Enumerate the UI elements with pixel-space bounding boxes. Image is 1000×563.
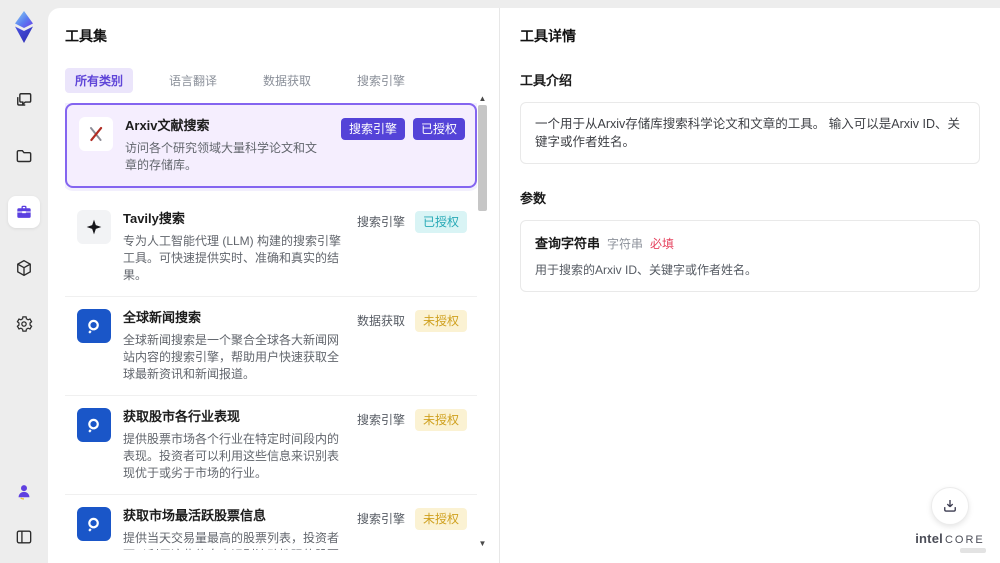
category-badge: 搜索引擎	[340, 118, 405, 140]
user-icon	[18, 485, 30, 500]
params-heading: 参数	[520, 191, 547, 206]
param-description: 用于搜索的Arxiv ID、关键字或作者姓名。	[535, 263, 758, 277]
tool-badges: 搜索引擎 未授权	[355, 408, 467, 482]
tool-row-active-stocks[interactable]: 获取市场最活跃股票信息 提供当天交易量最高的股票列表，投资者可以利用这些信息来识…	[65, 495, 477, 550]
brand-intel-text: intel	[915, 531, 943, 546]
param-type: 字符串	[607, 237, 644, 251]
main-panel: 工具集 所有类别 语言翻译 数据获取 搜索引擎 Arxiv文献搜索 访问各个研究…	[48, 8, 1000, 563]
scroll-up-arrow[interactable]: ▲	[477, 94, 488, 104]
app-root: 工具集 所有类别 语言翻译 数据获取 搜索引擎 Arxiv文献搜索 访问各个研究…	[0, 0, 1000, 563]
tab-all-categories[interactable]: 所有类别	[65, 68, 134, 93]
tool-info: Arxiv文献搜索 访问各个研究领域大量科学论文和文章的存储库。	[125, 117, 329, 174]
auth-status-badge: 已授权	[412, 118, 465, 140]
sidebar-item-collapse[interactable]	[8, 521, 40, 553]
tool-description: 专为人工智能代理 (LLM) 构建的搜索引擎工具。可快速提供实时、准确和真实的结…	[123, 234, 342, 282]
tool-detail-pane: 工具详情 工具介绍 一个用于从Arxiv存储库搜索科学论文和文章的工具。 输入可…	[500, 8, 1000, 563]
tab-search-engine[interactable]: 搜索引擎	[347, 68, 415, 93]
detail-title: 工具详情	[520, 28, 576, 44]
gear-icon	[16, 316, 33, 332]
tool-info: 全球新闻搜索 全球新闻搜索是一个聚合全球各大新闻网站内容的搜索引擎，帮助用户快速…	[123, 309, 343, 383]
tool-list-pane: 工具集 所有类别 语言翻译 数据获取 搜索引擎 Arxiv文献搜索 访问各个研究…	[48, 8, 499, 563]
scroll-down-arrow[interactable]: ▼	[477, 539, 488, 549]
chat-icon	[17, 93, 32, 106]
sidebar-item-packages[interactable]	[8, 252, 40, 284]
tool-badges: 搜索引擎 未授权	[355, 507, 467, 550]
list-scrollbar[interactable]: ▲ ▼	[477, 94, 488, 549]
auth-status-badge: 已授权	[414, 211, 467, 233]
tool-description: 提供股票市场各个行业在特定时间段内的表现。投资者可以利用这些信息来识别表现优于或…	[123, 432, 340, 480]
active-stock-icon	[77, 507, 111, 541]
sidebar-item-files[interactable]	[8, 140, 40, 172]
tool-row-arxiv[interactable]: Arxiv文献搜索 访问各个研究领域大量科学论文和文章的存储库。 搜索引擎 已授…	[65, 103, 477, 188]
category-badge: 搜索引擎	[356, 413, 405, 427]
category-badge: 数据获取	[356, 314, 405, 328]
news-search-icon	[77, 309, 111, 343]
tool-badges: 数据获取 未授权	[355, 309, 467, 383]
param-required-flag: 必填	[650, 237, 675, 251]
download-icon	[944, 500, 956, 512]
intel-core-logo: intel CORE	[915, 531, 985, 546]
tool-badges: 搜索引擎 已授权	[340, 117, 465, 174]
sidebar-item-settings[interactable]	[8, 308, 40, 340]
folder-icon	[16, 149, 32, 163]
tool-row-stock-sector[interactable]: 获取股市各行业表现 提供股票市场各个行业在特定时间段内的表现。投资者可以利用这些…	[65, 396, 477, 495]
tool-row-tavily[interactable]: Tavily搜索 专为人工智能代理 (LLM) 构建的搜索引擎工具。可快速提供实…	[65, 198, 477, 297]
tool-description: 提供当天交易量最高的股票列表，投资者可以利用这些信息来识别流动性强的股票和潜在的…	[123, 531, 340, 550]
package-icon	[17, 259, 31, 277]
category-tabs: 所有类别 语言翻译 数据获取 搜索引擎	[65, 68, 499, 93]
sidebar-bottom	[8, 475, 40, 553]
intro-card: 一个用于从Arxiv存储库搜索科学论文和文章的工具。 输入可以是Arxiv ID…	[520, 102, 980, 164]
auth-status-badge: 未授权	[414, 409, 467, 431]
tool-badges: 搜索引擎 已授权	[355, 210, 467, 284]
scrollbar-thumb[interactable]	[478, 105, 487, 211]
sparkle-icon	[77, 210, 111, 244]
logo-gem-icon[interactable]	[9, 10, 39, 44]
tab-language-translation[interactable]: 语言翻译	[159, 68, 227, 93]
tool-name: 全球新闻搜索	[123, 310, 202, 325]
sidebar-item-tools[interactable]	[8, 196, 40, 228]
tool-row-global-news[interactable]: 全球新闻搜索 全球新闻搜索是一个聚合全球各大新闻网站内容的搜索引擎，帮助用户快速…	[65, 297, 477, 396]
tool-description: 访问各个研究领域大量科学论文和文章的存储库。	[125, 141, 318, 172]
sidebar-item-user[interactable]	[8, 475, 40, 507]
tab-data-acquisition[interactable]: 数据获取	[253, 68, 321, 93]
tool-name: Tavily搜索	[123, 211, 185, 226]
panel-toggle-icon	[16, 530, 32, 544]
tool-name: 获取股市各行业表现	[123, 409, 241, 424]
page-title: 工具集	[65, 28, 107, 44]
tool-list: Arxiv文献搜索 访问各个研究领域大量科学论文和文章的存储库。 搜索引擎 已授…	[65, 103, 477, 550]
floating-corner: intel CORE	[914, 487, 986, 553]
tool-description: 全球新闻搜索是一个聚合全球各大新闻网站内容的搜索引擎，帮助用户快速获取全球最新资…	[123, 333, 340, 381]
tool-name: Arxiv文献搜索	[125, 118, 210, 133]
tool-info: 获取股市各行业表现 提供股票市场各个行业在特定时间段内的表现。投资者可以利用这些…	[123, 408, 343, 482]
param-card: 查询字符串 字符串 必填 用于搜索的Arxiv ID、关键字或作者姓名。	[520, 220, 980, 292]
brand-core-text: CORE	[944, 534, 985, 546]
arxiv-logo-icon	[79, 117, 113, 151]
auth-status-badge: 未授权	[414, 310, 467, 332]
brand-sub-mark	[960, 548, 986, 553]
tool-info: 获取市场最活跃股票信息 提供当天交易量最高的股票列表，投资者可以利用这些信息来识…	[123, 507, 343, 550]
tool-info: Tavily搜索 专为人工智能代理 (LLM) 构建的搜索引擎工具。可快速提供实…	[123, 210, 343, 284]
tool-name: 获取市场最活跃股票信息	[123, 508, 267, 523]
category-badge: 搜索引擎	[356, 512, 405, 526]
download-button[interactable]	[931, 487, 969, 525]
param-header: 查询字符串 字符串 必填	[535, 233, 965, 252]
category-badge: 搜索引擎	[356, 215, 405, 229]
auth-status-badge: 未授权	[414, 508, 467, 530]
intro-heading: 工具介绍	[520, 73, 573, 88]
intro-text: 一个用于从Arxiv存储库搜索科学论文和文章的工具。 输入可以是Arxiv ID…	[535, 117, 961, 149]
toolbox-icon	[17, 205, 31, 218]
stock-sector-icon	[77, 408, 111, 442]
param-name: 查询字符串	[535, 236, 601, 251]
sidebar	[0, 0, 48, 563]
sidebar-nav	[8, 84, 40, 340]
sidebar-item-chat[interactable]	[8, 84, 40, 116]
